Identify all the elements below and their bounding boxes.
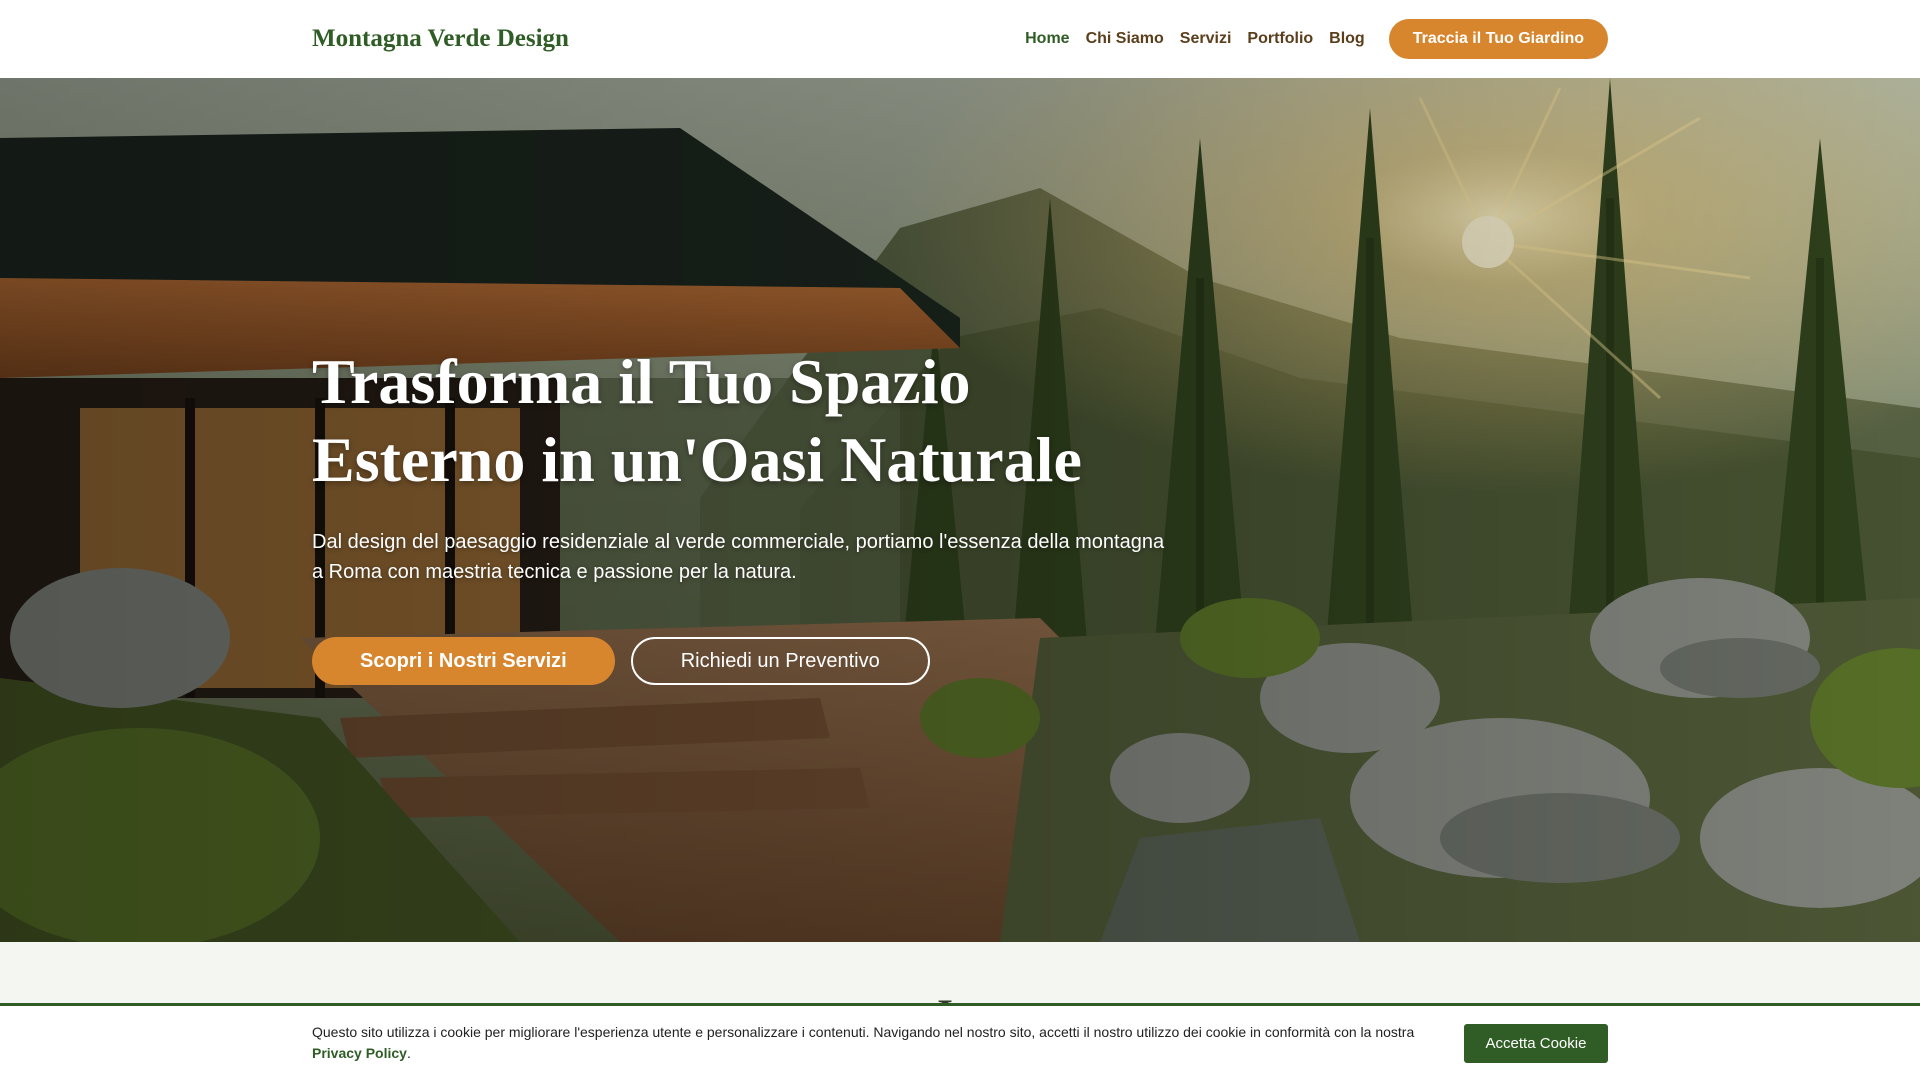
discover-services-button[interactable]: Scopri i Nostri Servizi <box>312 637 615 685</box>
site-logo[interactable]: Montagna Verde Design <box>312 25 569 53</box>
site-header: Montagna Verde Design Home Chi Siamo Ser… <box>0 0 1920 78</box>
hero-actions: Scopri i Nostri Servizi Richiedi un Prev… <box>312 637 1212 685</box>
cookie-text: Questo sito utilizza i cookie per miglio… <box>312 1022 1442 1064</box>
request-quote-button[interactable]: Richiedi un Preventivo <box>630 637 930 685</box>
hero-title-line-2: Esterno in un'Oasi Naturale <box>312 424 1082 495</box>
nav-chi-siamo[interactable]: Chi Siamo <box>1086 30 1164 48</box>
hero-subtitle: Dal design del paesaggio residenziale al… <box>312 531 1165 583</box>
main-nav: Home Chi Siamo Servizi Portfolio Blog Tr… <box>1009 19 1608 59</box>
cookie-period: . <box>406 1045 411 1061</box>
nav-home[interactable]: Home <box>1025 30 1069 48</box>
track-garden-button[interactable]: Traccia il Tuo Giardino <box>1388 19 1608 59</box>
hero-content: Trasforma il Tuo Spazio Esterno in un'Oa… <box>312 343 1212 685</box>
nav-servizi[interactable]: Servizi <box>1180 30 1232 48</box>
nav-blog[interactable]: Blog <box>1329 30 1365 48</box>
hero-title: Trasforma il Tuo Spazio Esterno in un'Oa… <box>312 343 1212 499</box>
cookie-inner: Questo sito utilizza i cookie per miglio… <box>312 1006 1608 1080</box>
nav-portfolio[interactable]: Portfolio <box>1247 30 1313 48</box>
privacy-policy-link[interactable]: Privacy Policy <box>312 1045 407 1061</box>
accept-cookies-button[interactable]: Accetta Cookie <box>1464 1023 1608 1063</box>
cookie-message: Questo sito utilizza i cookie per miglio… <box>312 1024 1415 1040</box>
header-inner: Montagna Verde Design Home Chi Siamo Ser… <box>312 19 1608 59</box>
cookie-banner: Questo sito utilizza i cookie per miglio… <box>0 1003 1920 1080</box>
hero-title-line-1: Trasforma il Tuo Spazio <box>312 346 971 417</box>
hero-section: Trasforma il Tuo Spazio Esterno in un'Oa… <box>0 78 1920 942</box>
